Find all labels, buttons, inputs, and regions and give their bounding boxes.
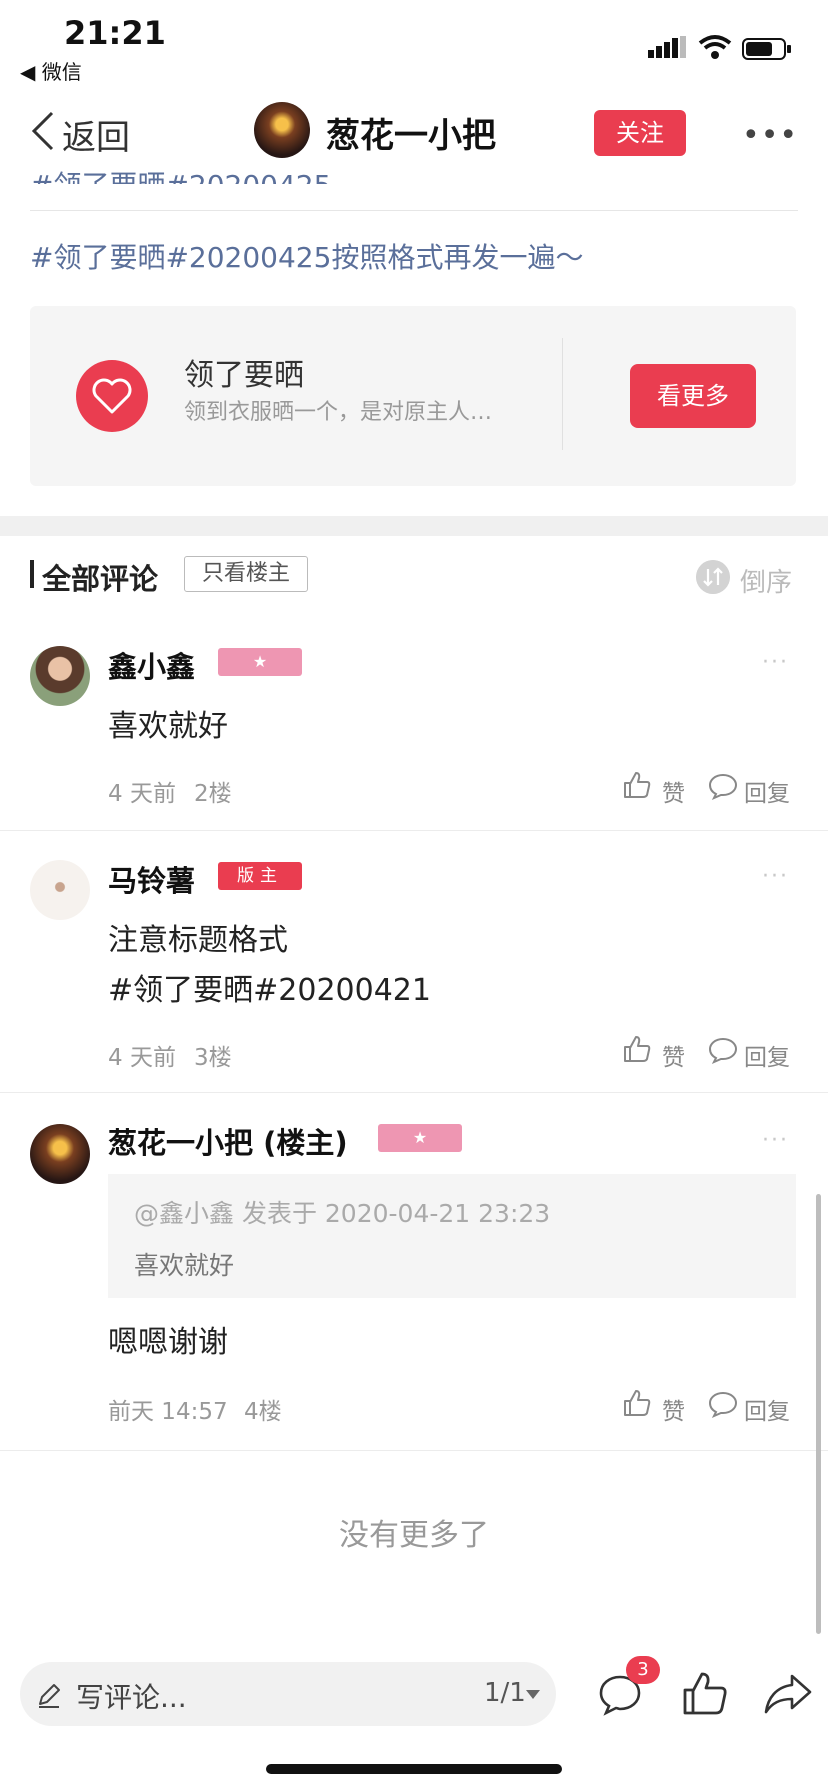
- comment-floor: 3楼: [194, 1045, 232, 1071]
- like-button[interactable]: 赞: [662, 774, 685, 808]
- comment-floor: 4楼: [244, 1399, 282, 1425]
- reply-icon[interactable]: [708, 1036, 738, 1064]
- moderator-badge: 版主: [218, 862, 302, 890]
- comment-text-line: 注意标题格式: [108, 923, 288, 958]
- like-button[interactable]: 赞: [662, 1392, 685, 1426]
- back-to-wechat[interactable]: ◀ 微信: [20, 56, 82, 85]
- section-marker: [30, 560, 34, 588]
- topic-tag-line[interactable]: #领了要晒#20200425按照格式再发一遍～: [30, 236, 583, 276]
- comment-floor: 2楼: [194, 781, 232, 807]
- comments-title: 全部评论: [42, 562, 159, 596]
- author-avatar[interactable]: [254, 102, 310, 158]
- card-description: 领到衣服晒一个，是对原主人…: [184, 400, 493, 425]
- divider: [0, 830, 828, 831]
- comment-time: 前天 14:57: [108, 1399, 228, 1425]
- like-icon[interactable]: [622, 1034, 652, 1064]
- divider: [0, 1450, 828, 1451]
- page-title: 葱花一小把: [326, 116, 496, 156]
- no-more-label: 没有更多了: [339, 1518, 489, 1553]
- commenter-name[interactable]: 葱花一小把 (楼主): [108, 1120, 348, 1162]
- quote-header: @鑫小鑫 发表于 2020-04-21 23:23: [134, 1199, 551, 1228]
- like-icon[interactable]: [622, 770, 652, 800]
- commenter-name[interactable]: 马铃薯: [108, 858, 195, 900]
- like-button[interactable]: 赞: [662, 1038, 685, 1072]
- wifi-icon: [698, 35, 732, 59]
- comment-text: 嗯嗯谢谢: [108, 1325, 228, 1360]
- caret-down-icon[interactable]: [526, 1690, 540, 1699]
- back-button[interactable]: 返回: [62, 110, 130, 159]
- comment-text: 喜欢就好: [108, 709, 228, 744]
- divider: [30, 210, 798, 211]
- avatar[interactable]: [30, 1124, 90, 1184]
- page-indicator[interactable]: 1/1: [484, 1678, 526, 1708]
- avatar[interactable]: [30, 646, 90, 706]
- comment-text-line: #领了要晒#20200421: [108, 973, 431, 1008]
- comment-count-badge: 3: [626, 1656, 660, 1684]
- reply-icon[interactable]: [708, 772, 738, 800]
- reply-button[interactable]: 回复: [744, 774, 790, 808]
- pencil-icon: [39, 1684, 60, 1708]
- reverse-order-label[interactable]: 倒序: [740, 562, 792, 599]
- comment-time: 4 天前: [108, 1045, 176, 1071]
- like-icon[interactable]: [622, 1388, 652, 1418]
- battery-icon: [742, 38, 791, 60]
- comment-more-icon[interactable]: ···: [762, 1128, 789, 1153]
- divider: [0, 1092, 828, 1093]
- status-time: 21:21: [64, 14, 166, 52]
- scrollbar[interactable]: [816, 1194, 821, 1634]
- quote-body: 喜欢就好: [134, 1251, 235, 1280]
- comment-placeholder[interactable]: 写评论...: [76, 1676, 187, 1716]
- see-more-button[interactable]: 看更多: [630, 364, 756, 428]
- share-icon[interactable]: [764, 1672, 812, 1716]
- only-owner-toggle[interactable]: 只看楼主: [184, 556, 308, 592]
- comment-more-icon[interactable]: ···: [762, 864, 789, 889]
- card-title: 领了要晒: [184, 358, 304, 393]
- more-options-icon[interactable]: •••: [742, 118, 797, 153]
- level-badge: ★: [218, 648, 302, 676]
- home-indicator: [266, 1764, 562, 1774]
- comment-more-icon[interactable]: ···: [762, 650, 789, 675]
- level-badge: ★: [378, 1124, 462, 1152]
- reply-button[interactable]: 回复: [744, 1038, 790, 1072]
- avatar[interactable]: [30, 860, 90, 920]
- commenter-name[interactable]: 鑫小鑫: [108, 644, 195, 686]
- topic-tag-partial: #领了要晒#20200425: [30, 164, 331, 184]
- follow-button[interactable]: 关注: [594, 110, 686, 156]
- heart-icon: [76, 360, 148, 432]
- back-chevron-icon[interactable]: [30, 110, 56, 152]
- sort-icon[interactable]: [696, 560, 730, 594]
- reply-button[interactable]: 回复: [744, 1392, 790, 1426]
- cellular-signal-icon: [648, 36, 686, 58]
- card-separator: [562, 338, 563, 450]
- comment-time: 4 天前: [108, 781, 176, 807]
- reply-icon[interactable]: [708, 1390, 738, 1418]
- thumbs-up-icon[interactable]: [682, 1670, 728, 1716]
- section-gap: [0, 516, 828, 536]
